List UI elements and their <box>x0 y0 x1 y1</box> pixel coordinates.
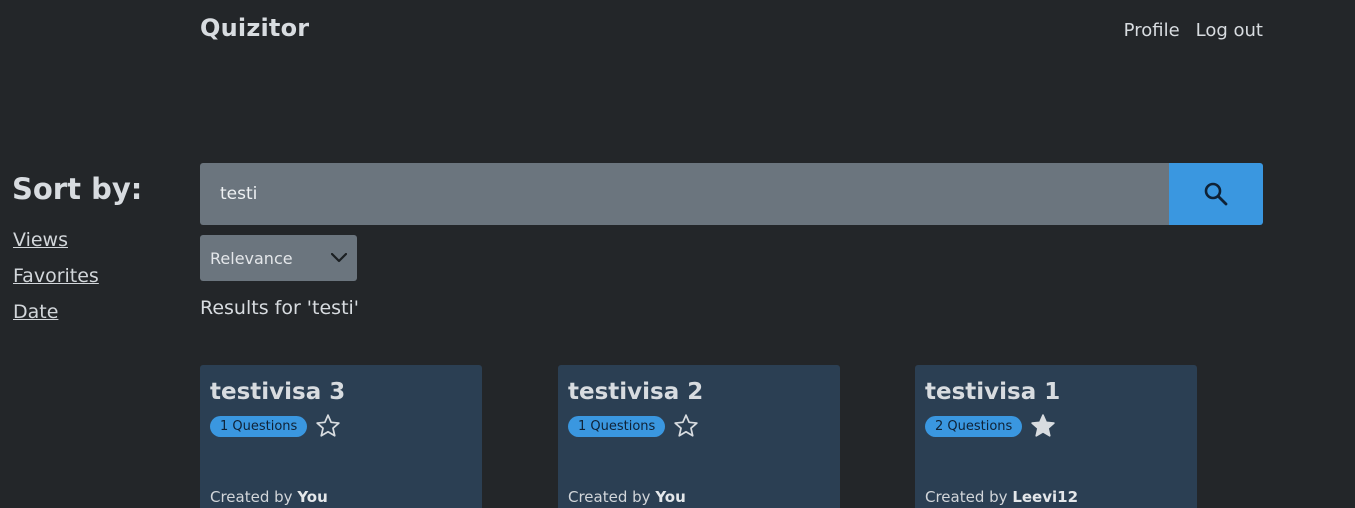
nav-logout-link[interactable]: Log out <box>1196 20 1263 41</box>
created-by: Created by Leevi12 <box>925 488 1078 506</box>
chevron-down-icon <box>331 253 347 263</box>
sort-by-title: Sort by: <box>12 172 143 206</box>
quiz-card-meta: 1 Questions <box>568 413 830 439</box>
search-bar <box>200 163 1263 225</box>
star-outline-icon[interactable] <box>315 413 341 439</box>
quiz-card[interactable]: testivisa 2 1 Questions Created by You <box>558 365 840 508</box>
search-button[interactable] <box>1169 163 1263 225</box>
search-icon <box>1204 182 1228 206</box>
created-by-prefix: Created by <box>925 488 1008 506</box>
results-label: Results for 'testi' <box>200 297 360 319</box>
created-by-prefix: Created by <box>568 488 651 506</box>
quiz-card-title[interactable]: testivisa 1 <box>925 379 1187 405</box>
sort-views-link[interactable]: Views <box>13 228 99 253</box>
questions-badge: 1 Questions <box>210 415 308 437</box>
creator-name: Leevi12 <box>1012 488 1079 506</box>
sort-date-link[interactable]: Date <box>13 300 99 325</box>
quiz-card-meta: 1 Questions <box>210 413 472 439</box>
star-outline-icon[interactable] <box>673 413 699 439</box>
questions-badge: 2 Questions <box>925 415 1023 437</box>
quiz-card-title[interactable]: testivisa 3 <box>210 379 472 405</box>
quiz-card-title[interactable]: testivisa 2 <box>568 379 830 405</box>
quiz-card[interactable]: testivisa 3 1 Questions Created by You <box>200 365 482 508</box>
sort-select[interactable]: Relevance <box>200 235 357 281</box>
top-nav: Profile Log out <box>1124 20 1263 41</box>
created-by-prefix: Created by <box>210 488 293 506</box>
sort-links: Views Favorites Date <box>13 228 99 325</box>
created-by: Created by You <box>568 488 686 506</box>
questions-badge: 1 Questions <box>568 415 666 437</box>
quiz-card[interactable]: testivisa 1 2 Questions Created by Leevi… <box>915 365 1197 508</box>
quiz-card-meta: 2 Questions <box>925 413 1187 439</box>
creator-name: You <box>655 488 686 506</box>
creator-name: You <box>297 488 328 506</box>
nav-profile-link[interactable]: Profile <box>1124 20 1180 41</box>
app-root: Quizitor Profile Log out Sort by: Views … <box>0 0 1355 508</box>
sort-select-value: Relevance <box>210 248 293 268</box>
brand-logo[interactable]: Quizitor <box>200 14 309 42</box>
search-input[interactable] <box>200 163 1169 225</box>
sort-favorites-link[interactable]: Favorites <box>13 264 99 289</box>
created-by: Created by You <box>210 488 328 506</box>
star-filled-icon[interactable] <box>1030 413 1056 439</box>
